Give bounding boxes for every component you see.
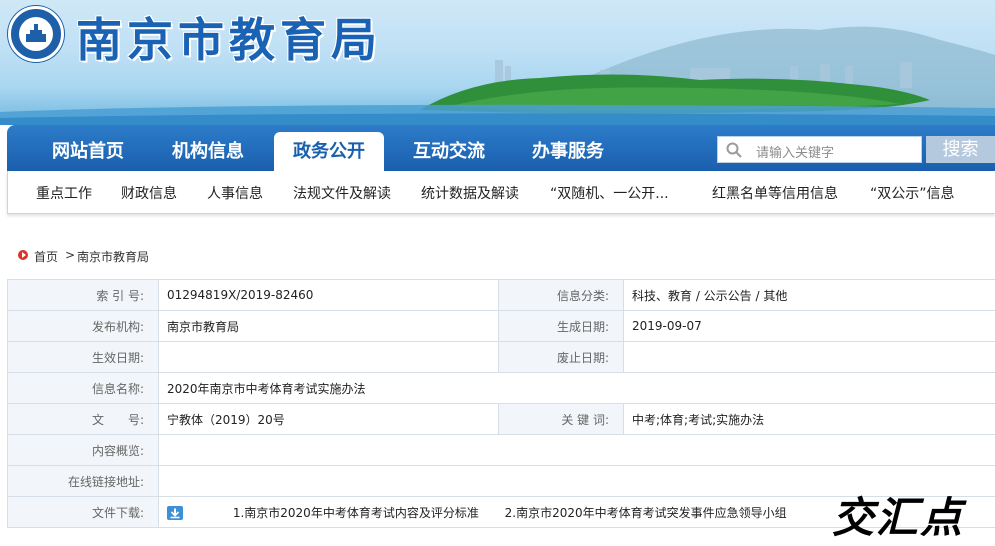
summary-label: 内容概览: bbox=[7, 434, 159, 466]
home-arrow-icon bbox=[18, 250, 28, 260]
effective-date-value bbox=[158, 341, 499, 373]
nav-item-services[interactable]: 办事服务 bbox=[513, 125, 623, 171]
nav-item-interaction[interactable]: 互动交流 bbox=[394, 125, 504, 171]
sub-nav-finance[interactable]: 财政信息 bbox=[121, 183, 177, 203]
search-icon bbox=[726, 142, 742, 158]
keywords-value: 中考;体育;考试;实施办法 bbox=[623, 403, 995, 435]
publisher-value: 南京市教育局 bbox=[158, 310, 499, 342]
index-no-value: 01294819X/2019-82460 bbox=[158, 279, 499, 311]
table-row: 文 号: 宁教体（2019）20号 关 键 词: 中考;体育;考试;实施办法 bbox=[7, 403, 995, 435]
table-row: 索 引 号: 01294819X/2019-82460 信息分类: 科技、教育 … bbox=[7, 279, 995, 311]
nav-item-government-affairs[interactable]: 政务公开 bbox=[274, 132, 384, 171]
expiry-date-label: 废止日期: bbox=[498, 341, 624, 373]
search-input[interactable]: 请输入关键字 bbox=[717, 136, 922, 163]
sub-nav-statistics[interactable]: 统计数据及解读 bbox=[421, 183, 519, 203]
sub-nav-key-work[interactable]: 重点工作 bbox=[36, 183, 92, 203]
site-title[interactable]: 南京市教育局 bbox=[76, 4, 382, 70]
main-nav: 网站首页 机构信息 政务公开 互动交流 办事服务 请输入关键字 搜索 bbox=[7, 125, 995, 171]
doc-no-value: 宁教体（2019）20号 bbox=[158, 403, 499, 435]
breadcrumb-current[interactable]: 南京市教育局 bbox=[77, 248, 149, 265]
watermark-logo: 交汇点 bbox=[832, 493, 965, 542]
breadcrumb-home[interactable]: 首页 bbox=[34, 248, 58, 265]
search-placeholder: 请输入关键字 bbox=[756, 146, 835, 161]
table-row: 信息名称: 2020年南京市中考体育考试实施办法 bbox=[7, 372, 995, 404]
download-icon[interactable] bbox=[167, 506, 183, 520]
sub-nav-double-publicity[interactable]: “双公示”信息 bbox=[870, 183, 955, 203]
downloads-label: 文件下载: bbox=[7, 496, 159, 528]
download-link-emergency-group[interactable]: 2.南京市2020年中考体育考试突发事件应急领导小组 bbox=[505, 506, 787, 520]
summary-value bbox=[158, 434, 995, 466]
nav-item-organization[interactable]: 机构信息 bbox=[153, 125, 263, 171]
sub-nav-double-random[interactable]: “双随机、一公开... bbox=[550, 183, 669, 203]
expiry-date-value bbox=[623, 341, 995, 373]
publisher-label: 发布机构: bbox=[7, 310, 159, 342]
category-label: 信息分类: bbox=[498, 279, 624, 311]
logo-building-icon bbox=[26, 24, 46, 42]
sub-nav-regulations[interactable]: 法规文件及解读 bbox=[293, 183, 391, 203]
table-row: 生效日期: 废止日期: bbox=[7, 341, 995, 373]
category-value: 科技、教育 / 公示公告 / 其他 bbox=[623, 279, 995, 311]
effective-date-label: 生效日期: bbox=[7, 341, 159, 373]
download-link-scoring-standard[interactable]: 1.南京市2020年中考体育考试内容及评分标准 bbox=[233, 506, 479, 520]
info-name-value: 2020年南京市中考体育考试实施办法 bbox=[158, 372, 995, 404]
index-no-label: 索 引 号: bbox=[7, 279, 159, 311]
online-link-label: 在线链接地址: bbox=[7, 465, 159, 497]
sub-nav: 重点工作 财政信息 人事信息 法规文件及解读 统计数据及解读 “双随机、一公开.… bbox=[7, 171, 995, 214]
created-date-value: 2019-09-07 bbox=[623, 310, 995, 342]
doc-no-label: 文 号: bbox=[7, 403, 159, 435]
table-row: 发布机构: 南京市教育局 生成日期: 2019-09-07 bbox=[7, 310, 995, 342]
nav-item-home[interactable]: 网站首页 bbox=[33, 125, 143, 171]
sub-nav-personnel[interactable]: 人事信息 bbox=[207, 183, 263, 203]
sub-nav-credit-list[interactable]: 红黑名单等信用信息 bbox=[712, 183, 838, 203]
search-button[interactable]: 搜索 bbox=[926, 136, 995, 163]
breadcrumb-separator: > bbox=[65, 248, 76, 262]
site-logo[interactable] bbox=[8, 6, 64, 62]
keywords-label: 关 键 词: bbox=[498, 403, 624, 435]
info-name-label: 信息名称: bbox=[7, 372, 159, 404]
created-date-label: 生成日期: bbox=[498, 310, 624, 342]
table-row: 内容概览: bbox=[7, 434, 995, 466]
header-banner: 南京市教育局 bbox=[0, 0, 995, 125]
